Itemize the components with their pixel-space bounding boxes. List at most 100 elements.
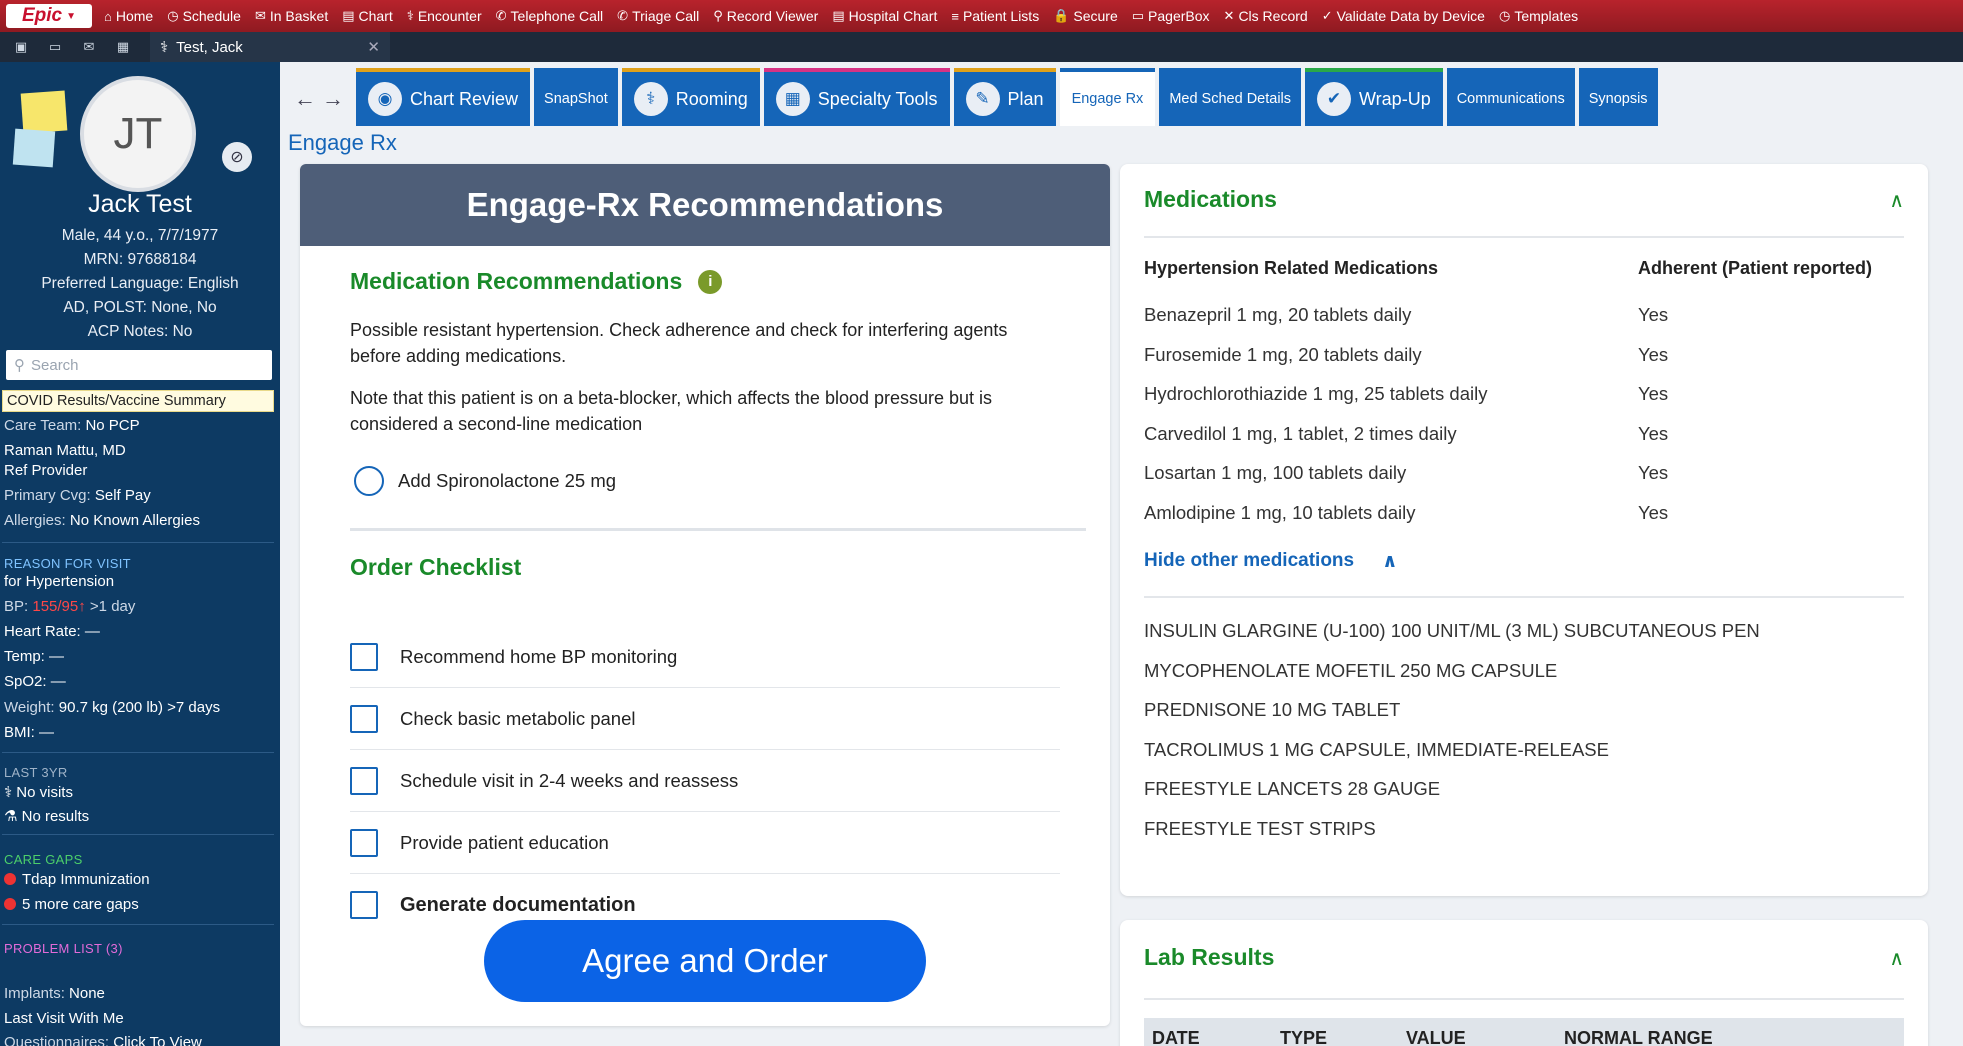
patient-name[interactable]: Jack Test xyxy=(0,190,280,219)
topmenu-item[interactable]: ✉ In Basket xyxy=(255,8,328,24)
bp-vital[interactable]: BP: 155/95↑ >1 day xyxy=(4,598,135,615)
care-gap-more[interactable]: 5 more care gaps xyxy=(4,896,139,913)
other-medication-item[interactable]: TACROLIMUS 1 MG CAPSULE, IMMEDIATE-RELEA… xyxy=(1144,739,1609,761)
topmenu-item[interactable]: ✆ Telephone Call xyxy=(496,8,604,24)
column-header-value[interactable]: VALUE xyxy=(1406,1028,1466,1046)
topmenu-item[interactable]: ⚕ Encounter xyxy=(407,8,482,24)
medication-row[interactable]: Hydrochlorothiazide 1 mg, 25 tablets dai… xyxy=(1144,383,1904,405)
checklist-item[interactable]: Recommend home BP monitoring xyxy=(350,626,1060,688)
topmenu-item[interactable]: ▤ Hospital Chart xyxy=(832,8,937,24)
topmenu-item[interactable]: ⚲ Record Viewer xyxy=(713,8,818,24)
results-summary[interactable]: ⚗ No results xyxy=(4,807,89,825)
column-header-type[interactable]: TYPE xyxy=(1280,1028,1327,1046)
last-visit-with-me[interactable]: Last Visit With Me xyxy=(4,1010,124,1027)
epic-menu-button[interactable]: Epic ▼ xyxy=(6,4,92,28)
tab-wrap-up[interactable]: ✔ Wrap-Up xyxy=(1305,68,1443,126)
checkbox[interactable] xyxy=(350,828,378,857)
other-medication-item[interactable]: PREDNISONE 10 MG TABLET xyxy=(1144,699,1400,721)
checklist-item[interactable]: Schedule visit in 2-4 weeks and reassess xyxy=(350,750,1060,812)
topmenu-label: Record Viewer xyxy=(726,8,819,24)
radio-button[interactable] xyxy=(354,466,384,496)
topmenu-label: Secure xyxy=(1073,8,1118,24)
topmenu-item[interactable]: ◷ Schedule xyxy=(167,8,241,24)
sidebar-search-input[interactable]: ⚲ Search xyxy=(6,350,272,380)
medication-row[interactable]: Carvedilol 1 mg, 1 tablet, 2 times daily… xyxy=(1144,423,1904,445)
topmenu-label: Triage Call xyxy=(632,8,700,24)
topmenu-item[interactable]: 🔒 Secure xyxy=(1053,8,1118,24)
tab-rooming[interactable]: ⚕ Rooming xyxy=(621,68,760,126)
topmenu-label: Schedule xyxy=(182,8,241,24)
topmenu-item[interactable]: ◷ Templates xyxy=(1499,8,1578,24)
collapse-caret-icon[interactable]: ∧ xyxy=(1889,946,1904,971)
other-medication-item[interactable]: INSULIN GLARGINE (U-100) 100 UNIT/ML (3 … xyxy=(1144,620,1760,642)
tab-med-sched-details[interactable]: Med Sched Details xyxy=(1159,68,1302,126)
checklist-item[interactable]: Provide patient education xyxy=(350,812,1060,874)
covid-summary-link[interactable]: COVID Results/Vaccine Summary xyxy=(2,390,274,412)
agree-and-order-button[interactable]: Agree and Order xyxy=(484,920,926,1002)
dashboard-icon[interactable]: ▣ xyxy=(8,37,34,57)
provider-name[interactable]: Raman Mattu, MD xyxy=(4,442,126,459)
checkbox[interactable] xyxy=(350,704,378,733)
allergies[interactable]: Allergies: No Known Allergies xyxy=(4,512,200,529)
avatar[interactable]: JT xyxy=(80,76,196,192)
medication-row[interactable]: Amlodipine 1 mg, 10 tablets daily Yes xyxy=(1144,502,1904,524)
questionnaires[interactable]: Questionnaires: Click To View xyxy=(4,1034,202,1046)
close-icon[interactable]: ✕ xyxy=(367,38,380,56)
checkbox[interactable] xyxy=(350,891,378,919)
checkbox[interactable] xyxy=(350,642,378,671)
sticky-note-icon[interactable] xyxy=(20,90,68,134)
medication-row[interactable]: Furosemide 1 mg, 20 tablets daily Yes xyxy=(1144,344,1904,366)
topmenu-item[interactable]: ≡ Patient Lists xyxy=(951,8,1039,24)
topmenu-item[interactable]: ✆ Triage Call xyxy=(617,8,699,24)
tab-plan[interactable]: ✎ Plan xyxy=(953,68,1056,126)
other-medication-item[interactable]: MYCOPHENOLATE MOFETIL 250 MG CAPSULE xyxy=(1144,660,1557,682)
medication-row[interactable]: Losartan 1 mg, 100 tablets daily Yes xyxy=(1144,462,1904,484)
inbox-icon[interactable]: ✉ xyxy=(76,37,102,57)
column-header-normal-range[interactable]: NORMAL RANGE xyxy=(1564,1028,1713,1046)
spironolactone-option[interactable]: Add Spironolactone 25 mg xyxy=(354,466,616,496)
problem-list-heading[interactable]: PROBLEM LIST (3) xyxy=(4,941,123,956)
option-label: Add Spironolactone 25 mg xyxy=(398,470,617,491)
visits-summary[interactable]: ⚕ No visits xyxy=(4,783,73,801)
care-team[interactable]: Care Team: No PCP xyxy=(4,417,140,434)
implants[interactable]: Implants: None xyxy=(4,985,105,1002)
topmenu-item[interactable]: ✕ Cls Record xyxy=(1224,8,1308,24)
stethoscope-note-icon[interactable] xyxy=(12,128,56,168)
checkbox[interactable] xyxy=(350,766,378,795)
medication-name: Amlodipine 1 mg, 10 tablets daily xyxy=(1144,501,1416,523)
checklist-item[interactable]: Check basic metabolic panel xyxy=(350,688,1060,750)
info-icon[interactable]: i xyxy=(698,269,723,294)
other-medication-item[interactable]: FREESTYLE TEST STRIPS xyxy=(1144,818,1376,840)
other-medication-item[interactable]: FREESTYLE LANCETS 28 GAUGE xyxy=(1144,778,1440,800)
topmenu-item[interactable]: ▤ Chart xyxy=(342,8,393,24)
tab-engage-rx[interactable]: Engage Rx xyxy=(1059,68,1156,126)
chevron-up-icon[interactable]: ∧ xyxy=(1382,550,1397,573)
column-header-date[interactable]: DATE xyxy=(1152,1028,1200,1046)
monitor-icon[interactable]: ▭ xyxy=(42,37,68,57)
topmenu-label: Encounter xyxy=(417,8,482,24)
tab-snapshot[interactable]: SnapShot xyxy=(534,68,618,126)
tab-synopsis[interactable]: Synopsis xyxy=(1578,68,1658,126)
reason-for-visit-heading: REASON FOR VISIT xyxy=(4,556,131,571)
tab-communications[interactable]: Communications xyxy=(1446,68,1575,126)
reason-for-visit[interactable]: for Hypertension xyxy=(4,573,114,590)
primary-coverage[interactable]: Primary Cvg: Self Pay xyxy=(4,487,151,504)
edit-photo-icon[interactable]: ⊘ xyxy=(222,142,252,172)
tab-chart-review[interactable]: ◉ Chart Review xyxy=(356,68,531,126)
tab-specialty-tools[interactable]: ▦ Specialty Tools xyxy=(763,68,950,126)
last-3yr-heading: LAST 3YR xyxy=(4,765,68,780)
care-gap-item[interactable]: Tdap Immunization xyxy=(4,871,150,888)
hide-other-medications-link[interactable]: Hide other medications ∧ xyxy=(1144,550,1398,573)
calendar-icon[interactable]: ▦ xyxy=(110,37,136,57)
patient-workspace-tab[interactable]: ⚕ Test, Jack ✕ xyxy=(150,32,390,62)
topmenu-item[interactable]: ✓ Validate Data by Device xyxy=(1322,8,1485,24)
medications-heading: Medications xyxy=(1144,186,1277,212)
back-arrow-icon[interactable]: ← xyxy=(294,86,316,112)
topmenu-item[interactable]: ⌂ Home xyxy=(104,8,153,24)
medication-row[interactable]: Benazepril 1 mg, 20 tablets daily Yes xyxy=(1144,304,1904,326)
collapse-caret-icon[interactable]: ∧ xyxy=(1889,188,1904,213)
patient-tab-label: Test, Jack xyxy=(176,38,243,56)
forward-arrow-icon[interactable]: → xyxy=(322,86,344,112)
alert-icon xyxy=(4,873,16,885)
topmenu-item[interactable]: ▭ PagerBox xyxy=(1132,8,1210,24)
